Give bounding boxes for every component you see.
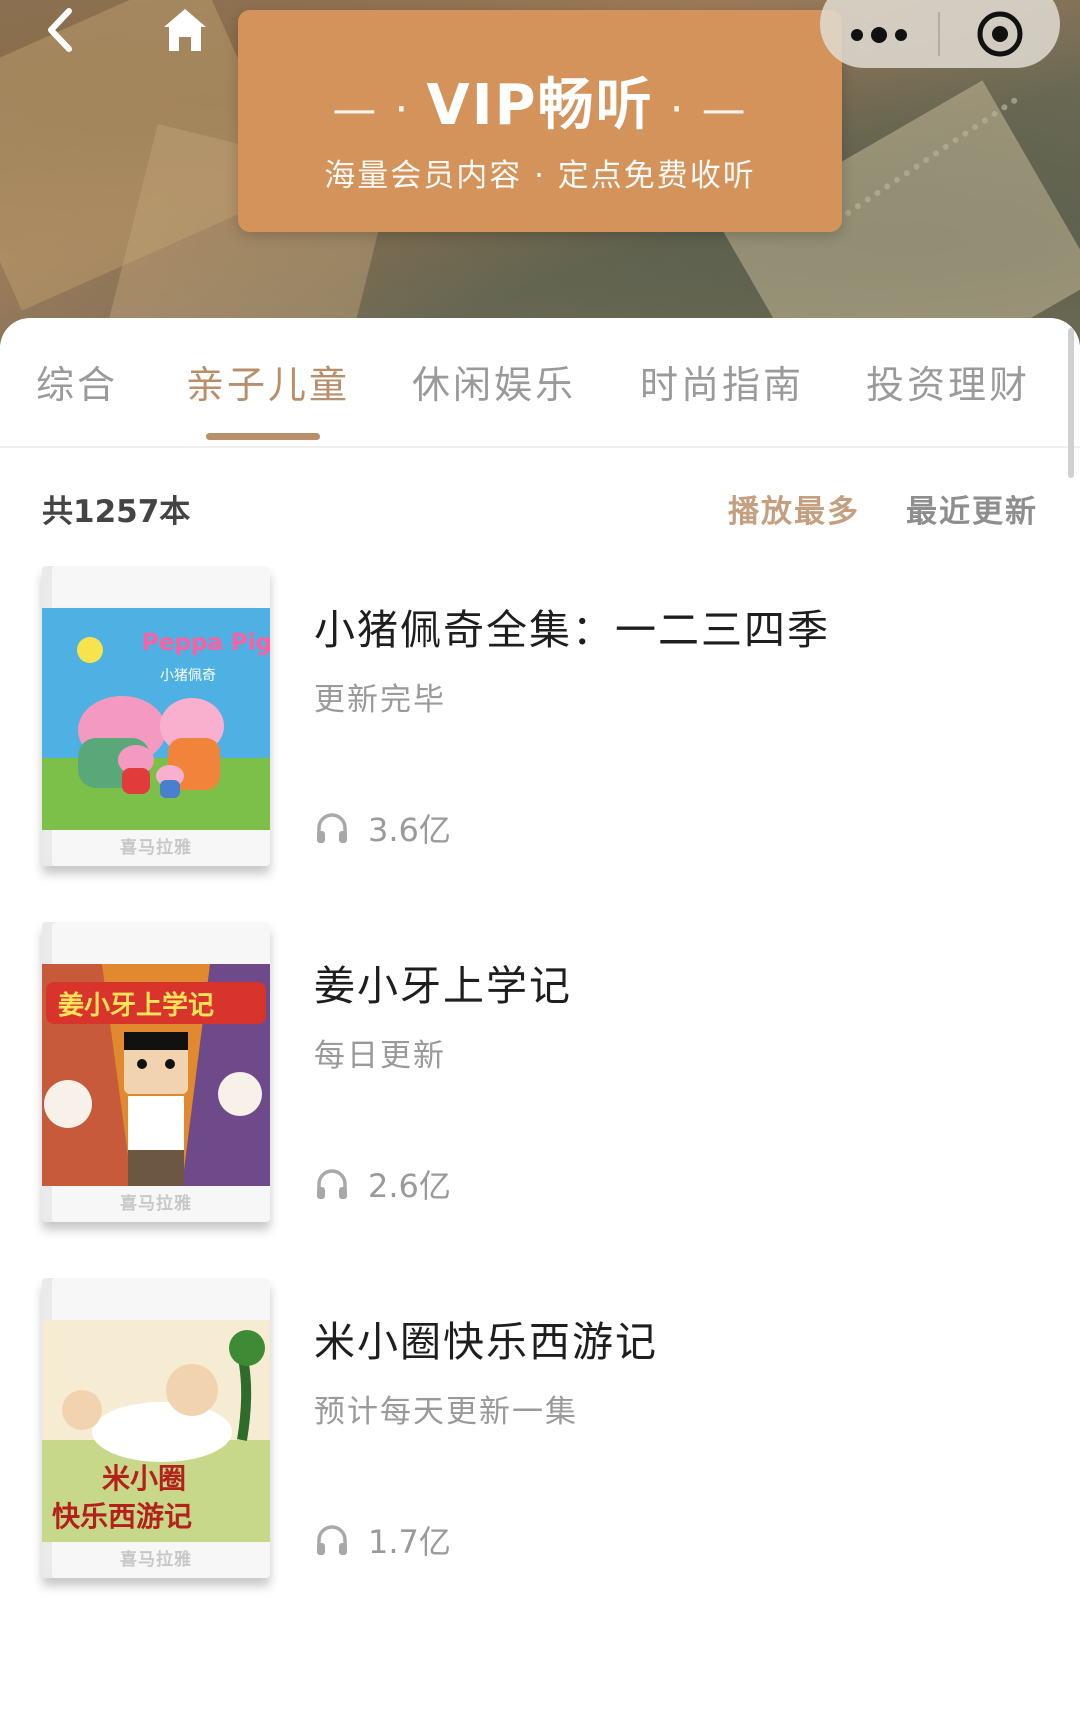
banner-title-decoration-left: — · (332, 84, 427, 135)
tab-parent-child[interactable]: 亲子儿童 (186, 354, 350, 409)
book-status: 每日更新 (314, 1038, 446, 1074)
target-icon (977, 11, 1023, 57)
play-count-value: 3.6亿 (368, 811, 451, 849)
category-tabs: 综合 亲子儿童 休闲娱乐 时尚指南 投资理财 (0, 318, 1080, 448)
banner-subtitle: 海量会员内容 · 定点免费收听 (324, 158, 756, 194)
cover-art-mixiaoquan: 米小圈 快乐西游记 (42, 1320, 270, 1542)
play-count: 2.6亿 (314, 1164, 451, 1205)
home-button[interactable] (155, 0, 215, 60)
tab-fashion[interactable]: 时尚指南 (640, 354, 804, 409)
list-item[interactable]: 米小圈 快乐西游记 喜马拉雅 米小圈快乐西游记 预计每天更新一集 1.7亿 (0, 1268, 1080, 1598)
close-miniprogram-button[interactable] (940, 0, 1060, 68)
book-cover: 米小圈 快乐西游记 喜马拉雅 (42, 1278, 270, 1578)
chevron-left-icon (48, 8, 72, 52)
book-title: 小猪佩奇全集：一二三四季 (314, 606, 830, 654)
play-count-value: 2.6亿 (368, 1167, 451, 1205)
tab-leisure[interactable]: 休闲娱乐 (412, 354, 576, 409)
sort-most-played[interactable]: 播放最多 (728, 486, 860, 531)
cover-publisher-logo: 喜马拉雅 (120, 1550, 192, 1570)
tab-finance[interactable]: 投资理财 (866, 354, 1030, 409)
book-cover: Peppa Pig 小猪佩奇 喜马拉雅 (42, 566, 270, 866)
vip-banner[interactable]: — · VIP畅听 · — 海量会员内容 · 定点免费收听 (238, 10, 842, 232)
play-count: 1.7亿 (314, 1520, 451, 1561)
headphones-icon (317, 1169, 347, 1199)
mini-program-capsule (820, 0, 1060, 68)
cover-publisher-logo: 喜马拉雅 (120, 1194, 192, 1214)
sort-recently-updated[interactable]: 最近更新 (906, 486, 1038, 531)
play-count: 3.6亿 (314, 808, 451, 849)
hero-header: — · VIP畅听 · — 海量会员内容 · 定点免费收听 (0, 0, 1080, 345)
book-count: 共1257本 (42, 494, 191, 530)
home-icon (164, 9, 206, 51)
book-status: 预计每天更新一集 (314, 1394, 578, 1430)
headphones-icon (317, 813, 347, 843)
tab-comprehensive[interactable]: 综合 (36, 354, 118, 409)
more-button[interactable] (820, 0, 938, 68)
cover-title: 姜小牙上学记 (58, 990, 214, 1021)
book-cover: 姜小牙上学记 喜马拉雅 (42, 922, 270, 1222)
cover-art-peppa: Peppa Pig 小猪佩奇 (42, 608, 270, 830)
cover-subtitle: 快乐西游记 (52, 1500, 192, 1533)
banner-title: — · VIP畅听 · — (238, 60, 842, 141)
cover-art-jiangxiaoya: 姜小牙上学记 (42, 964, 270, 1186)
active-tab-indicator (206, 433, 320, 440)
banner-title-decoration-right: · — (653, 84, 748, 135)
content-sheet: 综合 亲子儿童 休闲娱乐 时尚指南 投资理财 共1257本 播放最多 最近更新 … (0, 318, 1080, 1711)
cover-title: Peppa Pig (142, 630, 270, 656)
back-button[interactable] (30, 0, 90, 60)
headphones-icon (317, 1525, 347, 1555)
book-title: 姜小牙上学记 (314, 962, 572, 1010)
cover-title: 米小圈 (102, 1462, 186, 1495)
list-item[interactable]: 姜小牙上学记 喜马拉雅 姜小牙上学记 每日更新 2.6亿 (0, 912, 1080, 1242)
more-dots-icon (851, 27, 907, 43)
book-status: 更新完毕 (314, 682, 446, 718)
list-item[interactable]: Peppa Pig 小猪佩奇 喜马拉雅 小猪佩奇全集：一二三四季 更新完毕 3.… (0, 556, 1080, 886)
book-title: 米小圈快乐西游记 (314, 1318, 658, 1366)
cover-subtitle: 小猪佩奇 (160, 667, 216, 684)
play-count-value: 1.7亿 (368, 1523, 451, 1561)
tabs-scrollbar[interactable] (1068, 328, 1074, 478)
banner-title-text: VIP畅听 (426, 73, 654, 138)
cover-publisher-logo: 喜马拉雅 (120, 838, 192, 858)
